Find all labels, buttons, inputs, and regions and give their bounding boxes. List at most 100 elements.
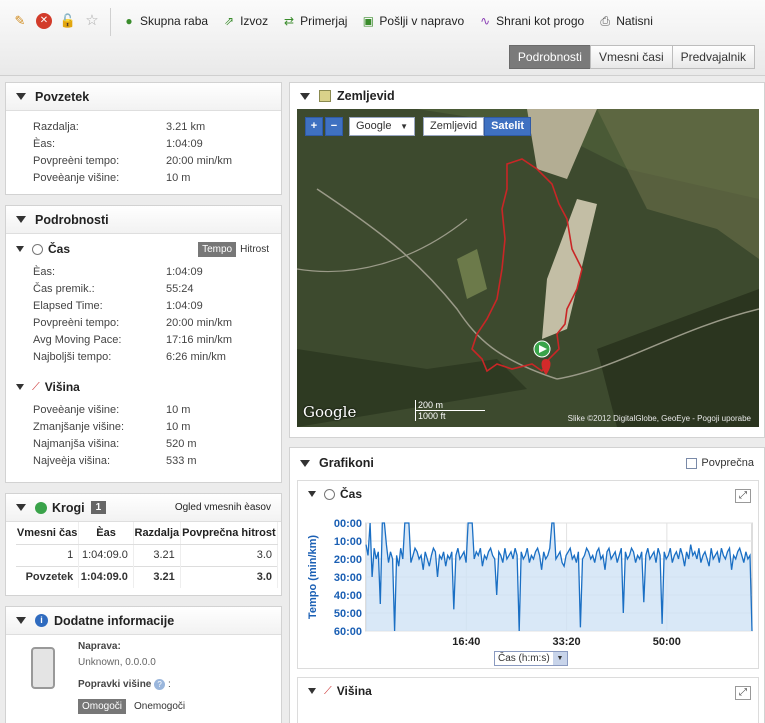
laps-header[interactable]: Krogi 1 Ogled vmesnih èasov bbox=[6, 494, 281, 522]
collapse-icon[interactable] bbox=[16, 504, 26, 511]
laps-cell: 3.21 bbox=[133, 544, 181, 566]
detail-label: Avg Moving Pace: bbox=[33, 334, 122, 346]
tab-player[interactable]: Predvajalnik bbox=[671, 45, 755, 69]
pace-chart[interactable]: 00:00 10:00 20:00 30:00 40:00 50:00 60:00 16:40… bbox=[298, 507, 758, 667]
share-icon[interactable]: 🔓 bbox=[60, 13, 76, 29]
summary-value: 1:04:09 bbox=[166, 138, 203, 150]
extra-info-header[interactable]: i Dodatne informacije bbox=[6, 607, 281, 635]
toolbar-icon-group: ✎ ✕ 🔓 ☆ bbox=[12, 13, 100, 29]
export-button[interactable]: ⇗ Izvoz bbox=[222, 14, 268, 28]
collapse-icon[interactable] bbox=[300, 92, 310, 100]
collapse-icon[interactable] bbox=[16, 617, 26, 624]
zoom-in-button[interactable]: + bbox=[305, 117, 323, 136]
collapse-icon[interactable] bbox=[16, 216, 26, 223]
x-axis-select[interactable]: Čas (h:m:s) ▼ bbox=[494, 651, 568, 666]
map-header[interactable]: Zemljevid bbox=[290, 83, 764, 109]
disable-button[interactable]: Onemogoči bbox=[130, 699, 189, 714]
detail-label: Najboljši tempo: bbox=[33, 351, 112, 363]
y-tick-label: 00:00 bbox=[334, 518, 362, 530]
detail-row: Poveèanje višine: 10 m bbox=[33, 402, 281, 419]
elevation-correction-toggle: Omogoči Onemogoči bbox=[78, 699, 189, 714]
device-icon bbox=[31, 647, 55, 689]
zoom-out-button[interactable]: − bbox=[325, 117, 343, 136]
detail-label: Èas: bbox=[33, 266, 56, 278]
details-header[interactable]: Podrobnosti bbox=[6, 206, 281, 234]
laps-col-header: Èas bbox=[78, 522, 134, 545]
provider-select[interactable]: Google ▼ bbox=[349, 117, 415, 136]
detail-label: Povpreèni tempo: bbox=[33, 317, 120, 329]
table-row[interactable]: 1 1:04:09.0 3.21 3.0 bbox=[16, 544, 279, 566]
detail-value: 10 m bbox=[166, 404, 191, 416]
summary-row: Razdalja: 3.21 km bbox=[33, 119, 281, 136]
summary-header[interactable]: Povzetek bbox=[6, 83, 281, 111]
collapse-icon[interactable] bbox=[308, 491, 316, 497]
map-scale: 200 m 1000 ft bbox=[415, 400, 485, 421]
detail-value: 17:16 min/km bbox=[166, 334, 233, 346]
export-icon: ⇗ bbox=[224, 14, 235, 28]
detail-row: Zmanjšanje višine: 10 m bbox=[33, 419, 281, 436]
detail-value: 1:04:09 bbox=[166, 300, 203, 312]
tab-details[interactable]: Podrobnosti bbox=[508, 45, 591, 69]
send-to-device-button[interactable]: ▣ Pošlji v napravo bbox=[361, 14, 464, 28]
summary-label: Poveèanje višine: bbox=[33, 172, 120, 184]
detail-row: Avg Moving Pace: 17:16 min/km bbox=[33, 332, 281, 349]
detail-value: 6:26 min/km bbox=[166, 351, 226, 363]
map-icon bbox=[319, 90, 331, 102]
clock-icon bbox=[324, 488, 335, 500]
help-icon[interactable]: ? bbox=[154, 679, 166, 690]
speed-toggle[interactable]: Hitrost bbox=[236, 242, 273, 257]
expand-icon[interactable]: ⤢ bbox=[735, 686, 751, 700]
toolbar-separator bbox=[110, 8, 111, 36]
share-group-button[interactable]: ● Skupna raba bbox=[122, 14, 208, 28]
y-tick-label: 10:00 bbox=[334, 536, 362, 548]
x-axis-select-value: Čas (h:m:s) bbox=[498, 653, 550, 664]
enable-button[interactable]: Omogoči bbox=[78, 699, 127, 714]
satellite-map[interactable]: + − Google ▼ Zemljevid Satelit Google 20… bbox=[297, 109, 759, 427]
collapse-icon[interactable] bbox=[16, 384, 24, 390]
average-checkbox[interactable] bbox=[686, 457, 698, 469]
map-title: Zemljevid bbox=[337, 89, 395, 103]
map-copyright[interactable]: Slike ©2012 DigitalGlobe, GeoEye - Pogoj… bbox=[568, 414, 751, 423]
time-subsection-header[interactable]: Čas Tempo Hitrost bbox=[6, 238, 281, 260]
pencil-icon[interactable]: ✎ bbox=[12, 13, 28, 29]
save-as-course-button[interactable]: ∿ Shrani kot progo bbox=[478, 14, 584, 28]
compare-label: Primerjaj bbox=[300, 14, 348, 28]
detail-row: Najveèja višina: 533 m bbox=[33, 453, 281, 470]
expand-icon[interactable]: ⤢ bbox=[735, 489, 751, 503]
detail-row: Povpreèni tempo: 20:00 min/km bbox=[33, 315, 281, 332]
collapse-icon[interactable] bbox=[16, 246, 24, 252]
tempo-toggle[interactable]: Tempo bbox=[198, 241, 237, 257]
laps-col-header: Vmesni čas bbox=[16, 522, 80, 545]
charts-header[interactable]: Grafikoni Povprečna bbox=[290, 448, 764, 478]
tab-splits[interactable]: Vmesni časi bbox=[589, 45, 673, 69]
y-tick-label: 60:00 bbox=[334, 626, 362, 638]
pace-chart-header[interactable]: Čas bbox=[298, 481, 758, 507]
view-splits-link[interactable]: Ogled vmesnih èasov bbox=[175, 502, 271, 513]
detail-row: Najboljši tempo: 6:26 min/km bbox=[33, 349, 281, 366]
map-imagery[interactable] bbox=[297, 109, 759, 427]
collapse-icon[interactable] bbox=[16, 93, 26, 100]
chevron-down-icon: ▼ bbox=[400, 122, 408, 131]
star-icon[interactable]: ☆ bbox=[84, 13, 100, 29]
summary-rows: Razdalja: 3.21 km Èas: 1:04:09 Povpreèni t… bbox=[6, 111, 281, 187]
compare-button[interactable]: ⇄ Primerjaj bbox=[282, 14, 347, 28]
collapse-icon[interactable] bbox=[300, 459, 310, 467]
device-info: Naprava: Unknown, 0.0.0.0 Popravki višin… bbox=[78, 641, 189, 714]
charts-title: Grafikoni bbox=[319, 456, 374, 470]
map-type-satellite[interactable]: Satelit bbox=[484, 117, 532, 136]
delete-icon[interactable]: ✕ bbox=[36, 13, 52, 29]
laps-icon bbox=[35, 501, 47, 514]
print-button[interactable]: ⎙ Natisni bbox=[598, 14, 653, 28]
collapse-icon[interactable] bbox=[308, 688, 316, 694]
print-icon: ⎙ bbox=[600, 14, 610, 28]
summary-label: Èas: bbox=[33, 138, 56, 150]
map-type-map[interactable]: Zemljevid bbox=[423, 117, 485, 136]
detail-value: 20:00 min/km bbox=[166, 317, 233, 329]
elevation-chart-header[interactable]: ⟋ Višina bbox=[298, 678, 758, 704]
send-to-device-label: Pošlji v napravo bbox=[379, 14, 465, 28]
laps-total-row: Povzetek 1:04:09.0 3.21 3.0 bbox=[16, 565, 279, 588]
summary-title: Povzetek bbox=[35, 89, 90, 104]
print-label: Natisni bbox=[616, 14, 653, 28]
elevation-subsection-header[interactable]: ⟋ Višina bbox=[6, 376, 281, 398]
average-toggle[interactable]: Povprečna bbox=[686, 457, 754, 469]
